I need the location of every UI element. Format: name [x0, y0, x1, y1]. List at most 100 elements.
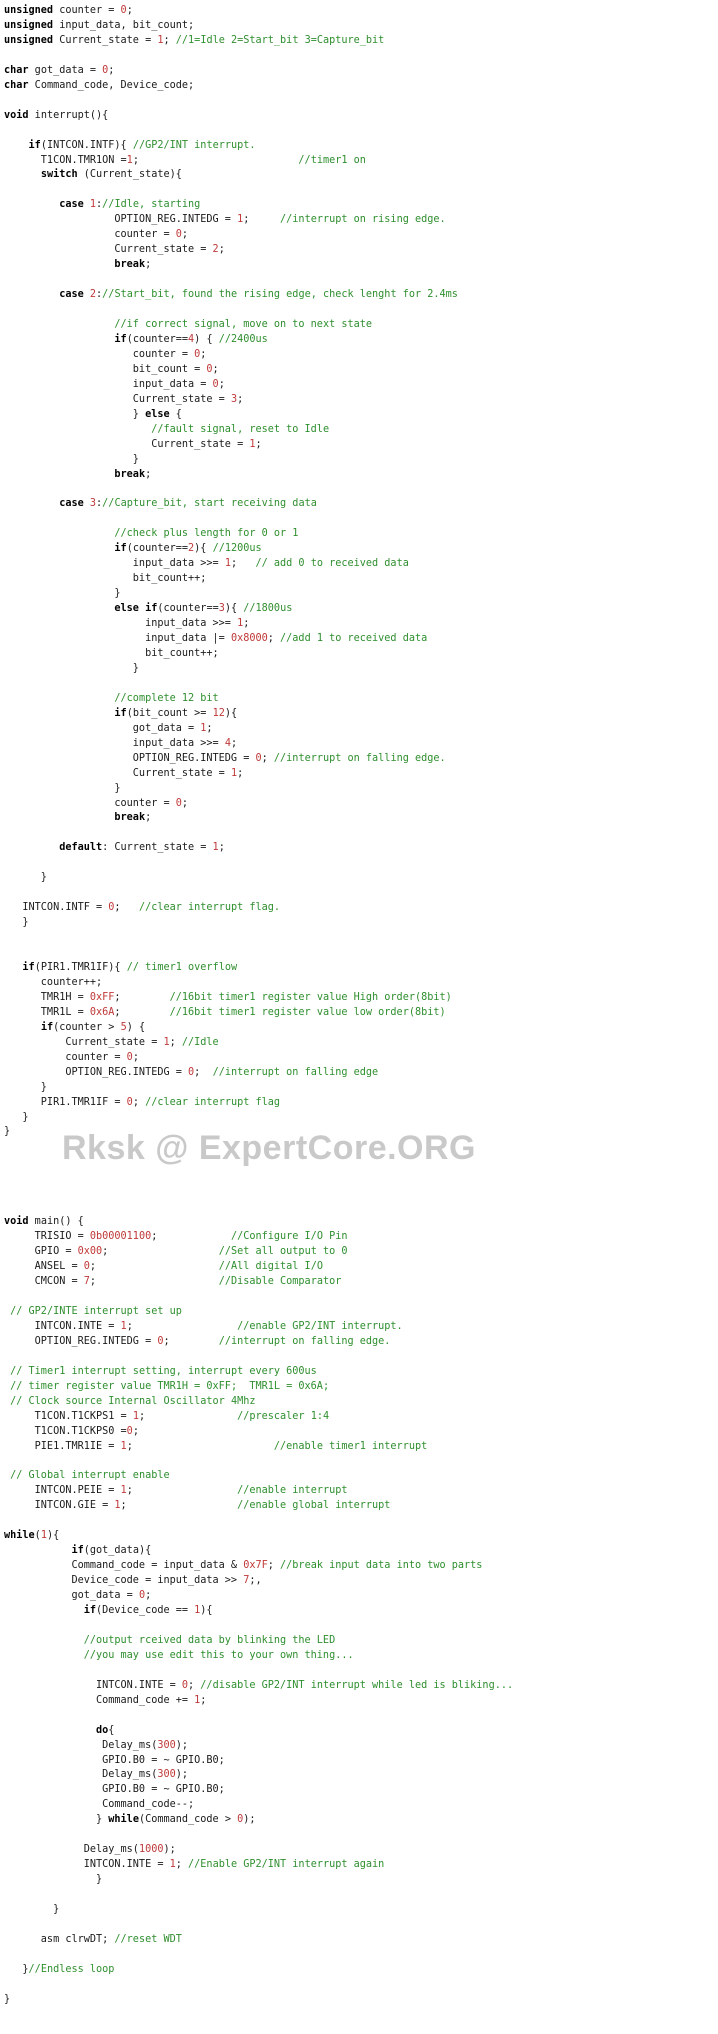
code-token-pln: ;	[89, 1276, 219, 1288]
code-token-pln: Device_code = input_data >>	[4, 1575, 244, 1587]
code-listing[interactable]: unsigned counter = 0; unsigned input_data…	[0, 0, 718, 2008]
code-line: char Command_code, Device_code;	[4, 79, 718, 94]
code-line: //complete 12 bit	[4, 692, 718, 707]
code-token-pln: ){	[200, 1604, 213, 1616]
code-token-pln	[4, 528, 114, 539]
code-token-pln: input_data, bit_count;	[53, 19, 195, 31]
code-token-pln: T1CON.TMR1ON =	[4, 154, 127, 166]
code-token-pln: ;	[132, 1096, 146, 1108]
code-token-pln: (counter==	[126, 543, 189, 555]
code-token-pln	[4, 1650, 84, 1661]
code-token-pln: ;	[261, 752, 274, 764]
code-line: input_data >>= 1;	[4, 617, 718, 632]
code-token-pln: Current_state =	[4, 438, 250, 450]
code-token-pln: input_data =	[4, 378, 213, 390]
code-token-pln: bit_count++;	[4, 647, 219, 659]
code-token-pln: Command_code +=	[4, 1694, 195, 1706]
code-line: void interrupt(){	[4, 109, 718, 124]
code-token-kw: if	[22, 962, 35, 973]
code-token-pln: (got_data){	[83, 1545, 152, 1557]
code-token-pln: (Command_code >	[138, 1814, 238, 1826]
code-token-pln: T1CON.T1CKPS1 =	[4, 1410, 133, 1422]
code-token-cmt: // Timer1 interrupt setting, interrupt e…	[10, 1365, 317, 1377]
code-token-cmt: //clear interrupt flag.	[138, 902, 281, 914]
code-token-cmt: //1800us	[243, 603, 293, 615]
code-token-kw: if	[83, 1604, 97, 1616]
code-line: } else {	[4, 408, 718, 423]
code-token-pln: Current_state =	[4, 244, 213, 256]
code-token-pln: ){	[224, 603, 244, 615]
code-line: counter++;	[4, 976, 718, 991]
code-token-pln: counter =	[4, 348, 195, 360]
code-line: }//Endless loop	[4, 1963, 718, 1978]
code-token-cmt: //prescaler 1:4	[237, 1410, 330, 1422]
code-token-cmt: //Capture_bit, start receiving data	[102, 498, 317, 510]
code-token-pln: );	[175, 1769, 189, 1781]
code-token-pln: }	[4, 917, 29, 929]
code-token-pln: ;	[163, 1335, 219, 1347]
code-token-pln: (INTCON.INTF){	[40, 139, 133, 151]
code-line: Delay_ms(300);	[4, 1739, 718, 1754]
code-token-pln: Command_code = input_data &	[4, 1560, 244, 1572]
code-token-cmt: //enable GP2/INT interrupt.	[237, 1320, 403, 1332]
code-line: // timer register value TMR1H = 0xFF; TM…	[4, 1380, 718, 1395]
code-token-pln: ;	[194, 1066, 213, 1078]
code-token-pln: Delay_ms(	[4, 1769, 158, 1781]
code-token-pln: {	[108, 1724, 115, 1736]
code-token-cmt: // Global interrupt enable	[10, 1470, 170, 1482]
code-line: bit_count = 0;	[4, 363, 718, 378]
code-token-kw: break	[114, 468, 146, 480]
code-token-cmt: //disable GP2/INT interrupt while led is…	[200, 1679, 514, 1691]
code-line: //fault signal, reset to Idle	[4, 423, 718, 438]
code-line: if(INTCON.INTF){ //GP2/INT interrupt.	[4, 139, 718, 154]
code-token-pln: }	[4, 782, 121, 794]
code-line: GPIO.B0 = ~ GPIO.B0;	[4, 1754, 718, 1769]
code-token-pln: counter =	[53, 5, 121, 16]
code-token-pln: got_data =	[4, 722, 201, 734]
code-token-pln: INTCON.PEIE =	[4, 1485, 121, 1497]
code-token-pln: main() {	[28, 1216, 84, 1228]
code-token-kw: break	[114, 259, 146, 271]
code-line: INTCON.GIE = 1; //enable global interrup…	[4, 1499, 718, 1514]
code-line: OPTION_REG.INTEDG = 0; //interrupt on fa…	[4, 752, 718, 767]
code-line: TMR1L = 0x6A; //16bit timer1 register va…	[4, 1006, 718, 1021]
code-token-pln: ;	[145, 259, 152, 271]
code-token-pln: }	[4, 1874, 103, 1886]
code-token-pln: Delay_ms(	[4, 1844, 139, 1856]
code-token-kw: if	[71, 1545, 84, 1557]
code-token-cmt: //clear interrupt flag	[145, 1096, 281, 1108]
code-token-pln: ;	[126, 1320, 238, 1332]
code-token-kw: while	[108, 1814, 139, 1826]
code-line: GPIO.B0 = ~ GPIO.B0;	[4, 1783, 718, 1798]
code-token-cmt: //interrupt on falling edge	[212, 1066, 379, 1078]
code-token-pln: OPTION_REG.INTEDG =	[4, 752, 256, 764]
code-token-pln: ;	[126, 5, 133, 16]
code-line: INTCON.INTE = 1; //Enable GP2/INT interr…	[4, 1858, 718, 1873]
code-token-cmt: //enable interrupt	[237, 1485, 348, 1497]
code-line: Current_state = 1; //Idle	[4, 1036, 718, 1051]
code-token-cmt: //if correct signal, move on to next sta…	[114, 319, 373, 331]
code-token-pln: ;	[218, 842, 225, 854]
code-token-pln: ;	[181, 229, 189, 241]
code-line: if(counter==4) { //2400us	[4, 333, 718, 348]
code-token-kw: case	[59, 498, 84, 510]
code-token-pln: }	[4, 662, 139, 674]
code-line: }	[4, 662, 718, 677]
code-token-pln: }	[4, 1081, 47, 1093]
code-token-num: 12	[212, 707, 225, 719]
code-line: Current_state = 2;	[4, 243, 718, 258]
code-token-pln: }	[4, 1904, 60, 1916]
code-line: }	[4, 1873, 718, 1888]
code-token-pln: Command_code, Device_code;	[28, 79, 195, 91]
code-token-cmt: //Start_bit, found the rising edge, chec…	[102, 289, 458, 301]
code-line: }	[4, 871, 718, 886]
code-line: }	[4, 916, 718, 931]
code-line: }	[4, 1903, 718, 1918]
code-token-kw: case	[59, 199, 84, 211]
